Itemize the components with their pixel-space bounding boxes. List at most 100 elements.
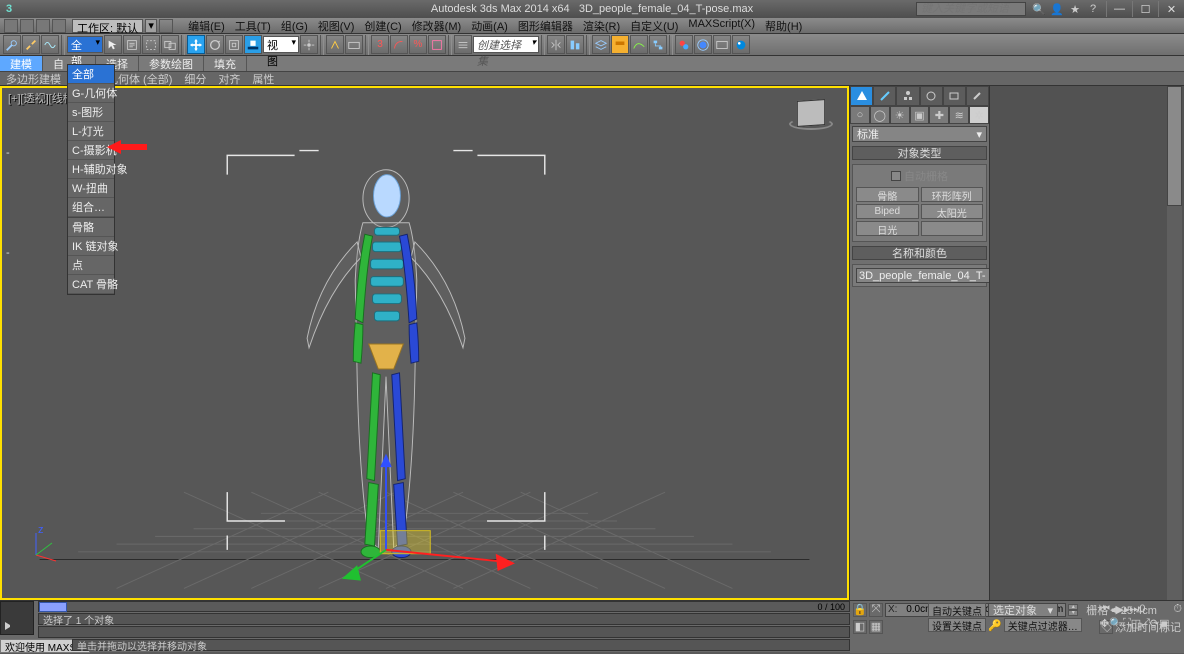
filter-all[interactable]: 全部: [68, 65, 114, 84]
tab-populate[interactable]: 填充: [204, 56, 247, 71]
filter-helpers[interactable]: H-辅助对象: [68, 160, 114, 179]
vp-maximize-icon[interactable]: ▣: [1159, 617, 1169, 630]
btn-sunlight[interactable]: 太阳光: [921, 204, 984, 219]
menu-tools[interactable]: 工具(T): [230, 18, 276, 34]
filter-ikchain[interactable]: IK 链对象: [68, 237, 114, 256]
goto-end-icon[interactable]: ⏭: [1130, 603, 1140, 616]
material-editor-icon[interactable]: [675, 35, 693, 54]
workspace-dropdown-icon[interactable]: ▾: [145, 19, 157, 33]
autokey-button[interactable]: 自动关键点: [928, 603, 986, 617]
cp-systems-icon[interactable]: ✲: [969, 106, 989, 124]
search-icon[interactable]: 🔍: [1032, 2, 1046, 16]
time-config-icon[interactable]: ⏱: [1173, 603, 1182, 616]
menu-animation[interactable]: 动画(A): [466, 18, 513, 34]
trackbar-viewport[interactable]: [0, 601, 34, 635]
filter-warps[interactable]: W-扭曲: [68, 179, 114, 198]
lock-selection-icon[interactable]: 🔒: [853, 603, 867, 617]
setkey-icon[interactable]: 🔑: [988, 619, 1002, 632]
cp-cameras-icon[interactable]: ▣: [910, 106, 930, 124]
filter-geometry[interactable]: G-几何体: [68, 84, 114, 103]
vp-zoom-extents-icon[interactable]: ⤢: [1141, 617, 1150, 630]
rotate-icon[interactable]: [206, 35, 224, 54]
schematic-view-icon[interactable]: [649, 35, 667, 54]
pivot-center-icon[interactable]: [300, 35, 318, 54]
time-slider-thumb[interactable]: [39, 602, 67, 612]
cp-lights-icon[interactable]: ☀: [890, 106, 910, 124]
filter-combos[interactable]: 组合…: [68, 198, 114, 217]
select-by-name-icon[interactable]: [123, 35, 141, 54]
cp-modify-icon[interactable]: [873, 86, 896, 106]
qat-new-icon[interactable]: [4, 19, 18, 33]
help-search-input[interactable]: [916, 2, 1026, 16]
cp-spacewarps-icon[interactable]: ≋: [949, 106, 969, 124]
ribbon-subdiv[interactable]: 细分: [178, 71, 212, 87]
workspace-settings-icon[interactable]: [159, 19, 173, 33]
select-region-icon[interactable]: [142, 35, 160, 54]
key-filters-button[interactable]: 关键点过滤器…: [1004, 618, 1082, 632]
close-button[interactable]: ✕: [1158, 1, 1184, 17]
cp-utilities-icon[interactable]: [966, 86, 989, 106]
menu-create[interactable]: 创建(C): [359, 18, 406, 34]
goto-start-icon[interactable]: ⏮: [1100, 603, 1110, 616]
spinner-snap-icon[interactable]: [428, 35, 446, 54]
maximize-button[interactable]: ☐: [1132, 1, 1158, 17]
rollout-object-type[interactable]: -对象类型: [852, 146, 987, 160]
render-setup-icon[interactable]: [694, 35, 712, 54]
app-logo-icon[interactable]: 3: [0, 0, 18, 18]
key-selset-dropdown[interactable]: 选定对象▾: [988, 603, 1058, 617]
selection-filter-dropdown[interactable]: 全部: [67, 36, 103, 53]
ribbon-align[interactable]: 对齐: [212, 71, 246, 87]
angle-snap-icon[interactable]: [390, 35, 408, 54]
cp-hierarchy-icon[interactable]: [896, 86, 919, 106]
perspective-viewport[interactable]: [+][透视][线框] z: [2, 88, 847, 598]
toggle-ribbon-icon[interactable]: [611, 35, 629, 54]
favorite-icon[interactable]: ★: [1068, 2, 1082, 16]
render-icon[interactable]: [732, 35, 750, 54]
play-icon[interactable]: ▶: [1116, 603, 1124, 616]
menu-edit[interactable]: 编辑(E): [183, 18, 230, 34]
snap-toggle-icon[interactable]: 3: [371, 35, 389, 54]
keyboard-shortcut-icon[interactable]: [345, 35, 363, 54]
tab-modeling[interactable]: 建模: [0, 56, 43, 71]
edit-selset-icon[interactable]: [454, 35, 472, 54]
object-name-field[interactable]: [856, 268, 1004, 283]
menu-customize[interactable]: 自定义(U): [625, 18, 683, 34]
btn-biped[interactable]: Biped: [856, 204, 919, 219]
cp-helpers-icon[interactable]: ✚: [929, 106, 949, 124]
named-selset-dropdown[interactable]: 创建选择集: [473, 36, 539, 53]
btn-ringarray[interactable]: 环形阵列: [921, 187, 984, 202]
cp-motion-icon[interactable]: [920, 86, 943, 106]
menu-rendering[interactable]: 渲染(R): [578, 18, 625, 34]
unlink-icon[interactable]: [22, 35, 40, 54]
vp-fov-icon[interactable]: ◫: [1131, 617, 1141, 630]
isolate-icon[interactable]: ◧: [853, 620, 867, 634]
cp-category-dropdown[interactable]: 标准▾: [852, 126, 987, 142]
menu-modifiers[interactable]: 修改器(M): [407, 18, 467, 34]
autogrid-checkbox[interactable]: [891, 171, 901, 181]
rollout-name-color[interactable]: -名称和颜色: [852, 246, 987, 260]
transform-typein-icon[interactable]: ⤧: [869, 603, 883, 617]
qat-redo-icon[interactable]: [36, 19, 50, 33]
align-icon[interactable]: [566, 35, 584, 54]
filter-lights[interactable]: L-灯光: [68, 122, 114, 141]
curve-editor-icon[interactable]: [630, 35, 648, 54]
vp-orbit-icon[interactable]: ⟳: [1150, 617, 1159, 630]
signin-icon[interactable]: 👤: [1050, 2, 1064, 16]
cp-shapes-icon[interactable]: ◯: [870, 106, 890, 124]
render-frame-icon[interactable]: [713, 35, 731, 54]
ribbon-props[interactable]: 属性: [246, 71, 280, 87]
filter-catbone[interactable]: CAT 骨骼: [68, 275, 114, 294]
setkey-button[interactable]: 设置关键点: [928, 618, 986, 632]
btn-bones[interactable]: 骨骼: [856, 187, 919, 202]
vp-zoom-all-icon[interactable]: ⛶: [1123, 617, 1131, 630]
right-scrollbar[interactable]: [1167, 86, 1182, 600]
select-link-icon[interactable]: [3, 35, 21, 54]
select-object-icon[interactable]: [104, 35, 122, 54]
help-icon[interactable]: ?: [1086, 2, 1100, 16]
menu-view[interactable]: 视图(V): [313, 18, 360, 34]
manipulate-icon[interactable]: [326, 35, 344, 54]
vp-zoom-icon[interactable]: 🔍: [1109, 617, 1123, 630]
menu-group[interactable]: 组(G): [276, 18, 313, 34]
filter-point[interactable]: 点: [68, 256, 114, 275]
minimize-button[interactable]: —: [1106, 1, 1132, 17]
